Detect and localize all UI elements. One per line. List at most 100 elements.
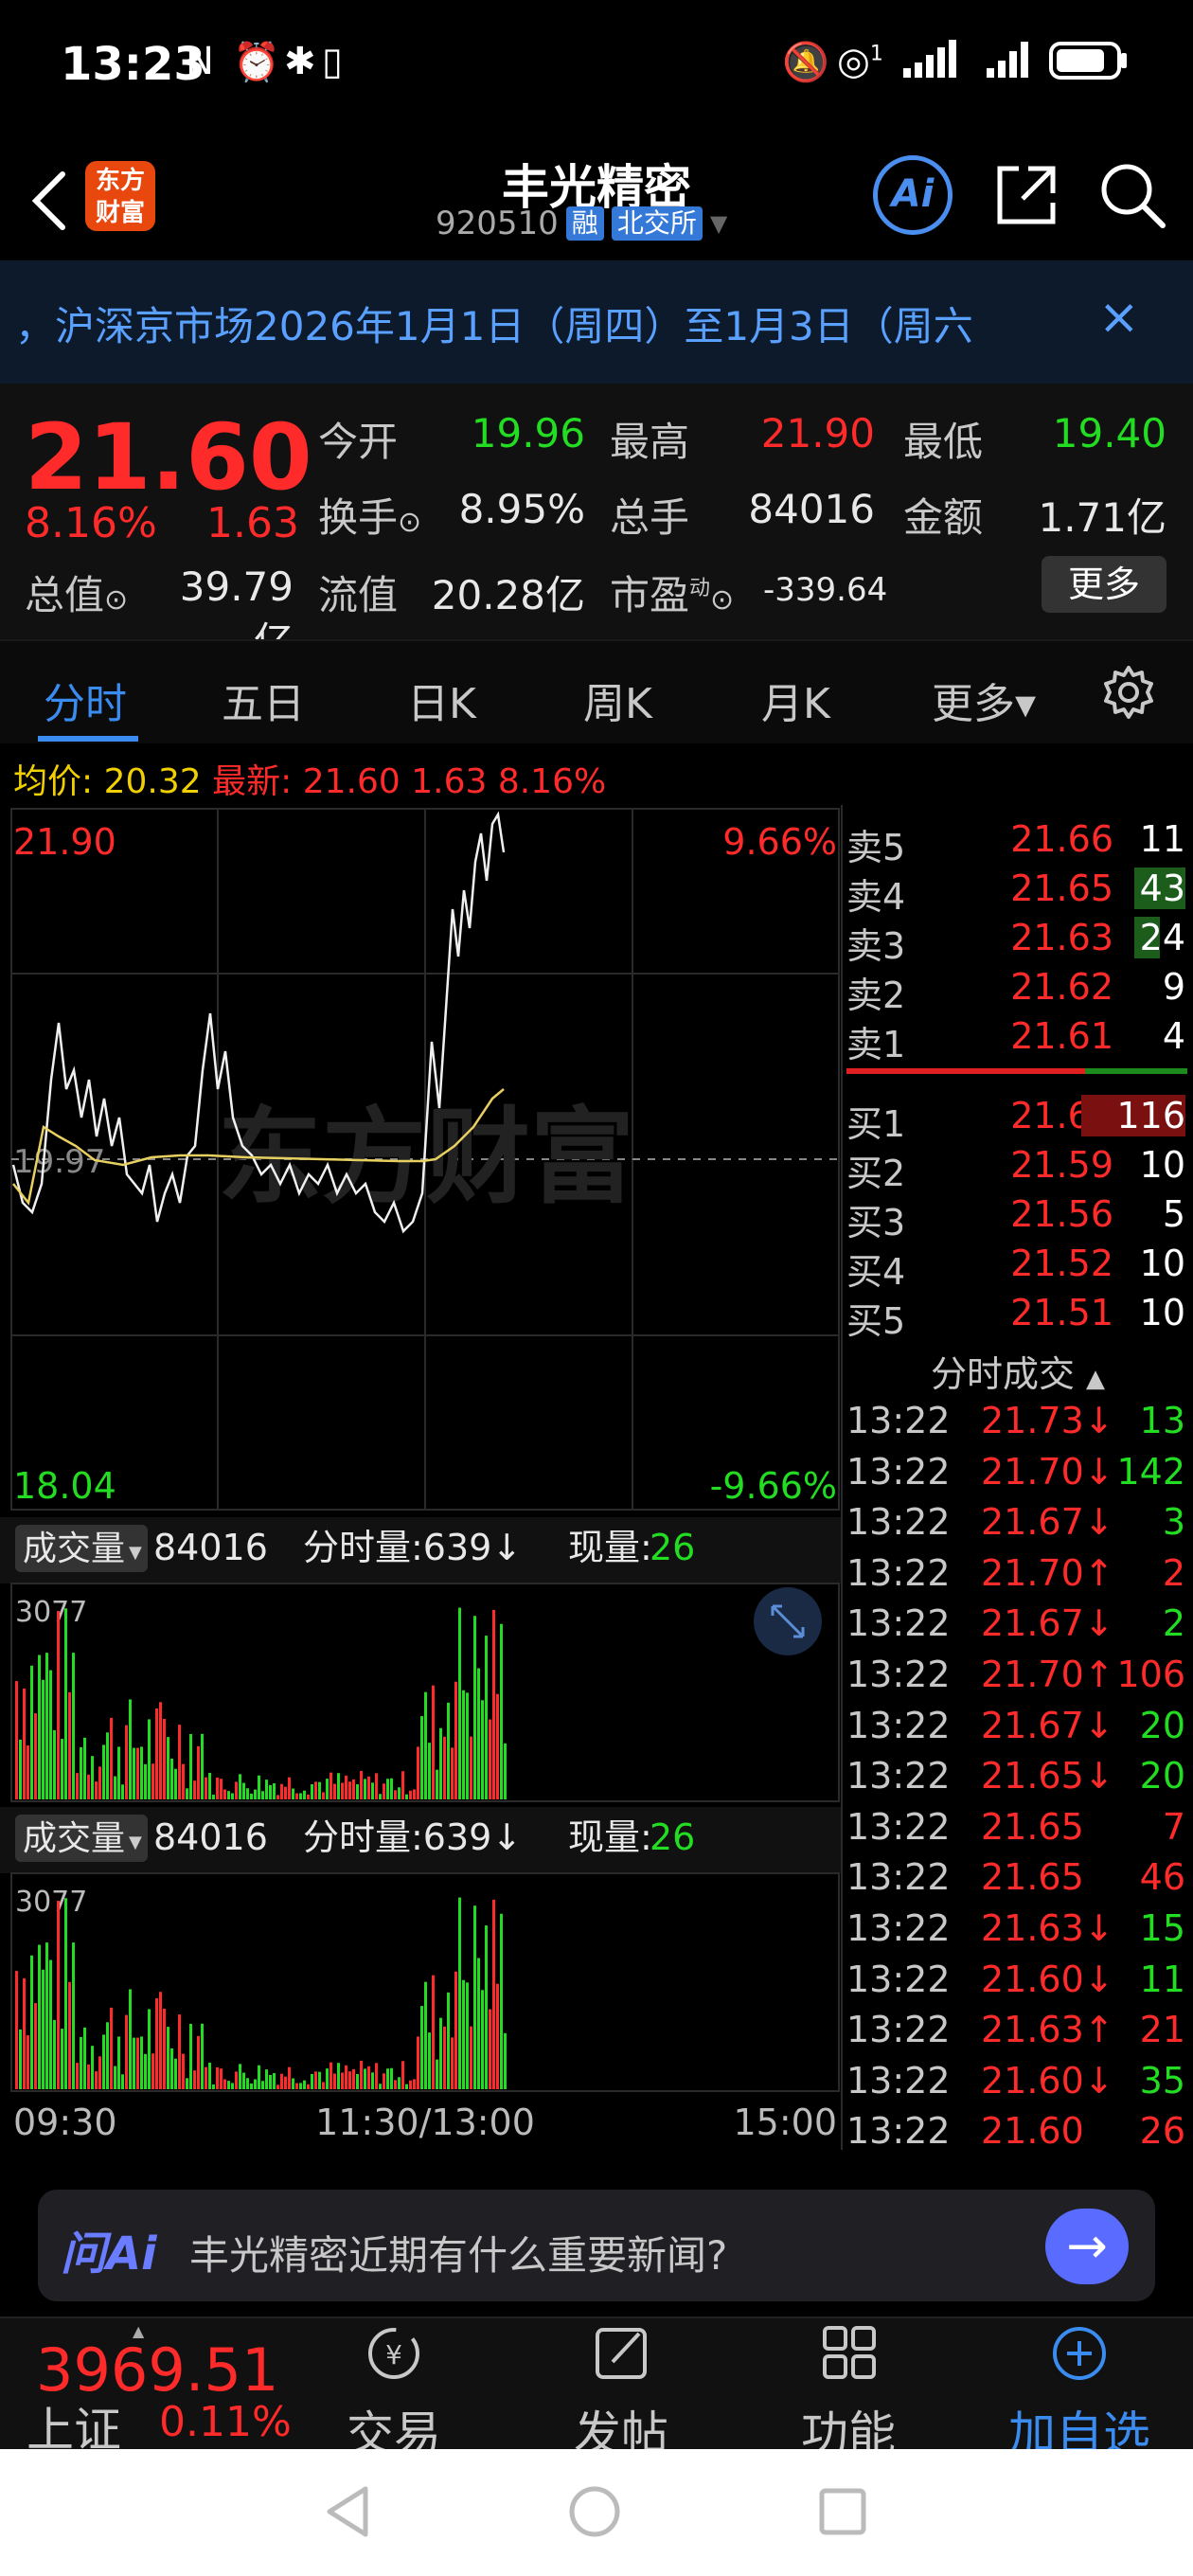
tick-row: 13:22 21.60↓ 11 — [843, 1953, 1193, 2004]
info-icon[interactable]: ⊙ — [710, 583, 734, 617]
volume-bar — [386, 2068, 389, 2089]
low-value: 19.40 — [1052, 410, 1166, 456]
tab-five-day[interactable]: 五日 — [222, 670, 305, 730]
signal-icon-2 — [985, 40, 1038, 87]
tick-price: 21.67↓ — [981, 1501, 1114, 1544]
nav-add-watchlist[interactable]: 加自选 — [985, 2318, 1174, 2461]
volume-panel-2-label[interactable]: 成交量 — [23, 1819, 125, 1858]
volume-bar — [477, 1668, 480, 1799]
volume-bar — [341, 1782, 344, 1799]
bid-row-5[interactable]: 买5 21.51 10 — [843, 1286, 1193, 1342]
volume-bar — [462, 1979, 465, 2089]
notice-banner[interactable]: ，沪深京市场2026年1月1日（周四）至1月3日（周六 × — [0, 260, 1193, 384]
ask-ai-bar[interactable]: 问Ai 丰光精密近期有什么重要新闻? → — [38, 2190, 1155, 2301]
volume-bar — [485, 1925, 488, 2089]
svg-text:¥: ¥ — [385, 2339, 402, 2370]
volume-panel-1-max: 3077 — [15, 1596, 87, 1629]
volume-bar — [148, 1719, 151, 1799]
tick-row: 13:22 21.63↑ 21 — [843, 2003, 1193, 2054]
open-label: 今开 — [318, 419, 399, 465]
volume-bar — [424, 1691, 427, 1799]
ask-row-3[interactable]: 卖3 21.63 24 — [843, 911, 1193, 967]
info-icon[interactable]: ⊙ — [398, 506, 421, 539]
volume-bar — [205, 1777, 207, 1799]
chart-bottom-pct: -9.66% — [710, 1465, 837, 1507]
index-ticker[interactable]: ▲ 3969.51 上证 0.11% — [0, 2318, 303, 2458]
volume-bar — [337, 1773, 340, 1799]
ask-row-4[interactable]: 卖4 21.65 43 — [843, 862, 1193, 918]
volume-bar — [477, 1958, 480, 2089]
tick-volume: 20 — [1139, 1704, 1185, 1746]
volume-bar — [360, 1770, 363, 1799]
intraday-chart[interactable]: 东方财富 21.90 9.66% 19.97 18.04 -9.66% 成交量 … — [0, 805, 843, 2150]
info-icon[interactable]: ⊙ — [104, 583, 128, 617]
volume-bar — [45, 1653, 48, 1799]
mktcap-label: 总值⊙ — [25, 572, 129, 618]
tab-weekly-k[interactable]: 周K — [583, 670, 652, 730]
volume-bar — [390, 1778, 393, 1799]
volume-bar — [413, 2079, 416, 2089]
search-icon[interactable] — [1095, 157, 1170, 237]
bid-row-2[interactable]: 买2 21.59 10 — [843, 1138, 1193, 1194]
volume-bar — [352, 1779, 355, 1799]
tick-list-title[interactable]: 分时成交 ▲ — [843, 1345, 1193, 1397]
dropdown-caret-icon: ▼ — [129, 1543, 142, 1563]
nav-trade[interactable]: ¥ 交易 — [299, 2318, 489, 2461]
recents-square-icon[interactable] — [816, 2485, 869, 2538]
tick-price: 21.67↓ — [981, 1602, 1114, 1645]
volume-bar — [326, 2068, 329, 2089]
exchange-tag: 北交所 — [611, 206, 703, 241]
system-nav-bar — [0, 2449, 1193, 2576]
volume-bar — [424, 1981, 427, 2089]
stock-code-line[interactable]: 920510 融 北交所 ▼ — [436, 205, 727, 242]
x-label-open: 09:30 — [13, 2102, 117, 2143]
bid-row-4[interactable]: 买4 21.52 10 — [843, 1237, 1193, 1293]
volume-bar — [276, 2084, 279, 2089]
more-quote-button[interactable]: 更多 — [1042, 556, 1166, 613]
ask-row-2[interactable]: 卖2 21.62 9 — [843, 960, 1193, 1016]
volume-bar — [254, 2079, 257, 2089]
volume-bar — [280, 1783, 283, 1799]
arrow-right-icon[interactable]: → — [1045, 2209, 1129, 2284]
nav-function[interactable]: 功能 — [754, 2318, 943, 2461]
nav-post[interactable]: 发帖 — [526, 2318, 716, 2461]
tab-daily-k[interactable]: 日K — [407, 670, 476, 730]
ask-row-5[interactable]: 卖5 21.66 11 — [843, 813, 1193, 868]
share-icon[interactable] — [990, 159, 1062, 235]
volume-bar — [235, 1781, 238, 1799]
caret-up-icon: ▲ — [1086, 1365, 1106, 1393]
tick-price: 21.73↓ — [981, 1400, 1114, 1441]
index-pct: 0.11% — [159, 2398, 292, 2446]
tick-time: 13:22 — [846, 2009, 951, 2051]
tick-row: 13:22 21.65 46 — [843, 1851, 1193, 1902]
volume-panel-2-total: 84016 — [153, 1816, 268, 1858]
volume-bar — [261, 1791, 264, 1799]
volume-bar — [311, 1783, 313, 1799]
volume-bar — [80, 1746, 82, 1799]
volume-bar — [318, 2071, 321, 2089]
ai-assistant-button[interactable]: Ai — [873, 155, 953, 235]
volume-panel-1-label[interactable]: 成交量 — [23, 1530, 125, 1568]
volume-bar — [61, 1739, 63, 1799]
tab-more[interactable]: 更多▾ — [932, 670, 1036, 730]
hotspot-icon: ◎1 — [837, 40, 883, 83]
volume-bars-2 — [15, 1897, 507, 2089]
home-circle-icon[interactable] — [566, 2483, 623, 2540]
tick-time: 13:22 — [846, 1602, 951, 1645]
tab-monthly-k[interactable]: 月K — [761, 670, 830, 730]
close-icon[interactable]: × — [1098, 289, 1140, 346]
volume-bar — [220, 1779, 223, 1799]
volume-bar — [356, 2073, 359, 2089]
volume-bars-1 — [15, 1607, 507, 1799]
gear-icon[interactable] — [1100, 664, 1157, 724]
stock-header: 东方 财富 丰光精密 920510 融 北交所 ▼ Ai — [0, 142, 1193, 260]
volume-bar — [345, 1775, 347, 1799]
volume-bar — [125, 2014, 128, 2089]
tab-intraday[interactable]: 分时 — [44, 670, 127, 730]
bid-row-3[interactable]: 买3 21.56 5 — [843, 1188, 1193, 1243]
ask-row-1[interactable]: 卖1 21.61 4 — [843, 1010, 1193, 1065]
bid-row-1[interactable]: 买1 21.60 116 — [843, 1089, 1193, 1145]
back-triangle-icon[interactable] — [322, 2483, 375, 2540]
volume-bar — [428, 1743, 431, 1799]
volume-bar — [443, 2026, 446, 2089]
